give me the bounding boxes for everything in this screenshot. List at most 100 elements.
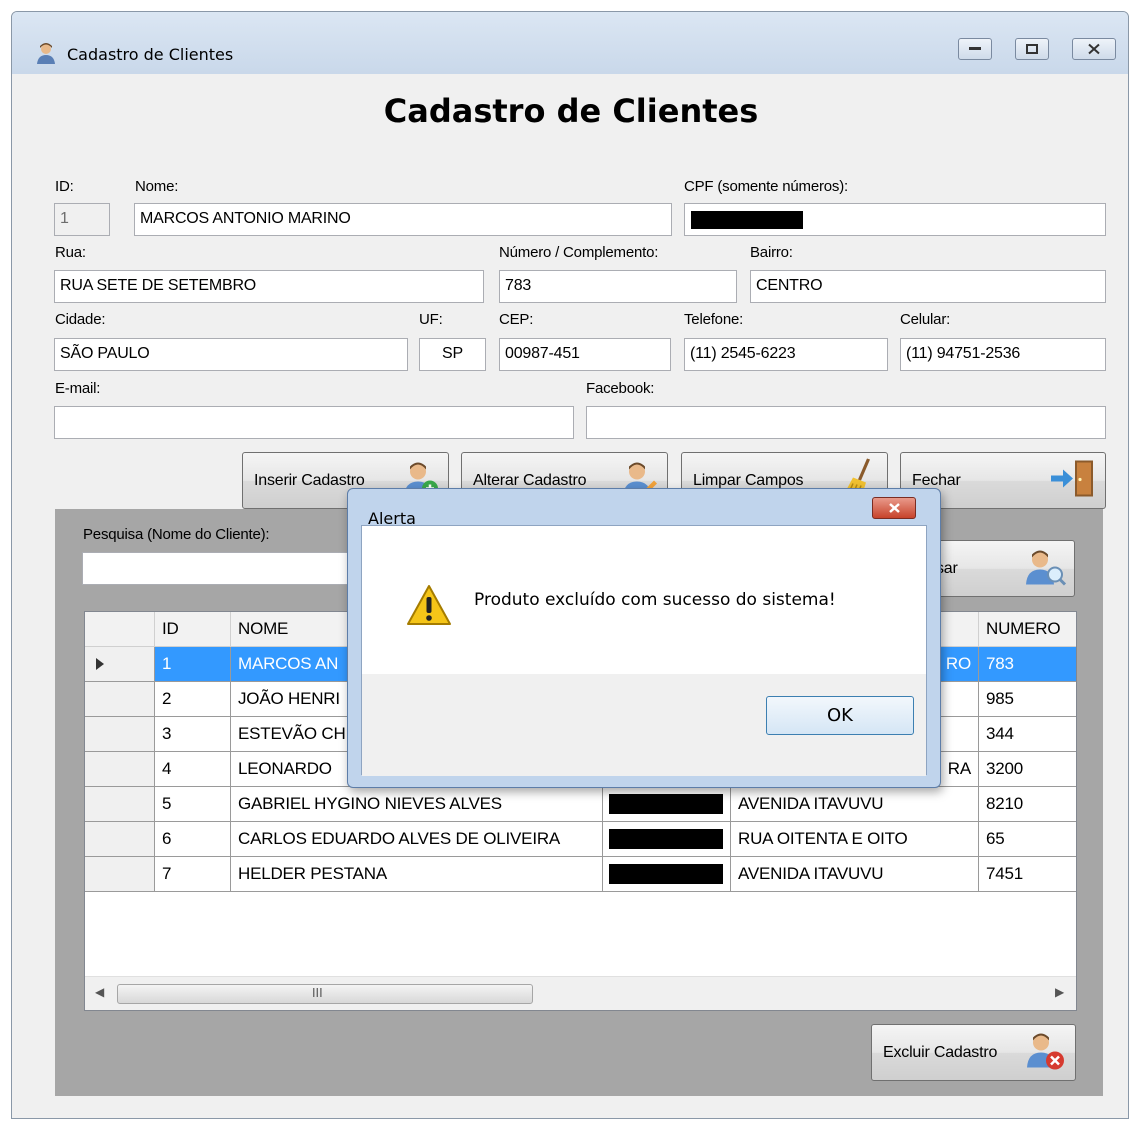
cell-id[interactable]: 5 (155, 787, 231, 822)
facebook-label: Facebook: (586, 380, 655, 397)
minimize-icon (969, 47, 981, 50)
row-header[interactable] (85, 717, 155, 752)
cell-rua[interactable]: RUA OITENTA E OITO (731, 822, 979, 857)
delete-user-icon (1023, 1029, 1067, 1076)
rua-label: Rua: (55, 244, 86, 261)
id-label: ID: (55, 178, 74, 195)
scroll-right-arrow[interactable]: ▶ (1055, 985, 1064, 999)
cpf-redaction (609, 864, 723, 884)
id-field[interactable]: 1 (54, 203, 110, 236)
cep-label: CEP: (499, 311, 534, 328)
numero-field[interactable]: 783 (499, 270, 737, 303)
excluir-cadastro-label: Excluir Cadastro (883, 1043, 998, 1061)
scroll-left-arrow[interactable]: ◀ (95, 985, 104, 999)
fechar-label: Fechar (912, 471, 961, 489)
window-title: Cadastro de Clientes (67, 45, 234, 64)
cell-cpf[interactable] (603, 787, 731, 822)
cell-id[interactable]: 6 (155, 822, 231, 857)
search-label: Pesquisa (Nome do Cliente): (83, 526, 270, 543)
cidade-label: Cidade: (55, 311, 106, 328)
bairro-label: Bairro: (750, 244, 793, 261)
limpar-campos-label: Limpar Campos (693, 471, 804, 489)
cell-id[interactable]: 2 (155, 682, 231, 717)
nome-label: Nome: (135, 178, 179, 195)
row-header[interactable] (85, 857, 155, 892)
dialog-body: Produto excluído com sucesso do sistema!… (361, 525, 927, 776)
form-heading: Cadastro de Clientes (383, 92, 759, 130)
cell-cpf[interactable] (603, 857, 731, 892)
cell-id[interactable]: 1 (155, 647, 231, 682)
maximize-icon (1026, 44, 1038, 54)
cpf-label: CPF (somente números): (684, 178, 848, 195)
facebook-field[interactable] (586, 406, 1106, 439)
title-bar[interactable]: Cadastro de Clientes (12, 12, 1128, 74)
cell-numero[interactable]: 985 (979, 682, 1076, 717)
cell-cpf[interactable] (603, 822, 731, 857)
cell-id[interactable]: 7 (155, 857, 231, 892)
row-header[interactable] (85, 647, 155, 682)
telefone-field[interactable]: (11) 2545-6223 (684, 338, 888, 371)
dialog-footer: OK (362, 674, 926, 776)
bairro-field[interactable]: CENTRO (750, 270, 1106, 303)
search-user-icon (1022, 546, 1067, 591)
celular-label: Celular: (900, 311, 951, 328)
numero-label: Número / Complemento: (499, 244, 659, 261)
row-header[interactable] (85, 822, 155, 857)
cpf-redaction (609, 829, 723, 849)
maximize-button[interactable] (1015, 38, 1049, 60)
cell-nome[interactable]: CARLOS EDUARDO ALVES DE OLIVEIRA (231, 822, 603, 857)
close-icon (889, 503, 900, 513)
dialog-message: Produto excluído com sucesso do sistema! (474, 590, 836, 610)
search-input[interactable] (82, 552, 362, 585)
ok-button[interactable]: OK (766, 696, 914, 735)
cell-rua[interactable]: AVENIDA ITAVUVU (731, 787, 979, 822)
email-field[interactable] (54, 406, 574, 439)
col-header-numero[interactable]: NUMERO (979, 612, 1076, 647)
cell-rua[interactable]: AVENIDA ITAVUVU (731, 857, 979, 892)
cell-numero[interactable]: 344 (979, 717, 1076, 752)
telefone-label: Telefone: (684, 311, 744, 328)
cell-numero[interactable]: 7451 (979, 857, 1076, 892)
cell-numero[interactable]: 8210 (979, 787, 1076, 822)
row-header[interactable] (85, 787, 155, 822)
alterar-cadastro-label: Alterar Cadastro (473, 471, 587, 489)
scroll-thumb-grip: III (312, 986, 323, 1000)
table-row[interactable]: 6 CARLOS EDUARDO ALVES DE OLIVEIRA RUA OIT… (85, 822, 1076, 857)
cell-numero[interactable]: 783 (979, 647, 1076, 682)
row-header[interactable] (85, 682, 155, 717)
email-label: E-mail: (55, 380, 101, 397)
alert-dialog: Alerta Produto excluído com sucesso do s… (347, 488, 941, 788)
excluir-cadastro-button[interactable]: Excluir Cadastro (871, 1024, 1076, 1081)
exit-door-icon (1049, 458, 1097, 503)
nome-field[interactable]: MARCOS ANTONIO MARINO (134, 203, 672, 236)
cell-numero[interactable]: 65 (979, 822, 1076, 857)
cell-id[interactable]: 3 (155, 717, 231, 752)
cell-numero[interactable]: 3200 (979, 752, 1076, 787)
celular-field[interactable]: (11) 94751-2536 (900, 338, 1106, 371)
row-header[interactable] (85, 752, 155, 787)
table-row[interactable]: 7 HELDER PESTANA AVENIDA ITAVUVU 7451 (85, 857, 1076, 892)
current-row-arrow-icon (96, 658, 104, 670)
cell-id[interactable]: 4 (155, 752, 231, 787)
col-header-id[interactable]: ID (155, 612, 231, 647)
rua-field[interactable]: RUA SETE DE SETEMBRO (54, 270, 484, 303)
cpf-redaction (691, 211, 803, 229)
close-icon (1088, 43, 1100, 55)
cell-nome[interactable]: HELDER PESTANA (231, 857, 603, 892)
cpf-redaction (609, 794, 723, 814)
cep-field[interactable]: 00987-451 (499, 338, 671, 371)
scroll-thumb[interactable]: III (117, 984, 533, 1004)
uf-label: UF: (419, 311, 443, 328)
warning-icon (406, 584, 452, 630)
app-user-icon (36, 42, 56, 68)
uf-field[interactable]: SP (419, 338, 486, 371)
inserir-cadastro-label: Inserir Cadastro (254, 471, 365, 489)
minimize-button[interactable] (958, 38, 992, 60)
horizontal-scrollbar[interactable]: ◀ III ▶ (85, 976, 1076, 1010)
row-header-corner (85, 612, 155, 647)
cidade-field[interactable]: SÃO PAULO (54, 338, 408, 371)
cell-nome[interactable]: GABRIEL HYGINO NIEVES ALVES (231, 787, 603, 822)
dialog-close-button[interactable] (872, 497, 916, 519)
table-row[interactable]: 5 GABRIEL HYGINO NIEVES ALVES AVENIDA ITAV… (85, 787, 1076, 822)
close-window-button[interactable] (1072, 38, 1116, 60)
